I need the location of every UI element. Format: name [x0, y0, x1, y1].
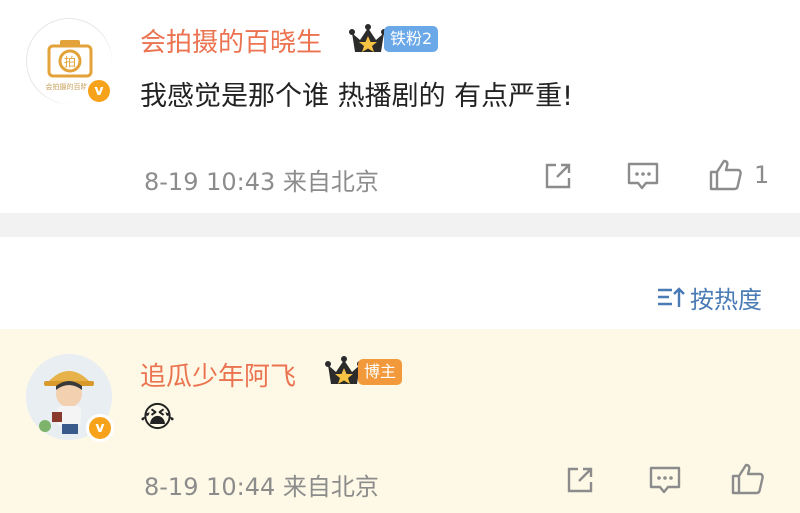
crown-icon	[349, 24, 387, 52]
like-count: 1	[754, 161, 770, 189]
emoji-crying: 😭	[140, 400, 176, 435]
thumbs-up-icon	[709, 159, 742, 191]
svg-text:拍: 拍	[64, 54, 76, 69]
thumbs-up-icon	[731, 463, 764, 495]
share-button[interactable]	[564, 464, 596, 496]
reply-button[interactable]	[626, 160, 660, 192]
share-button[interactable]	[542, 160, 574, 192]
reply-button[interactable]	[648, 464, 682, 496]
username[interactable]: 追瓜少年阿飞	[140, 356, 296, 393]
section-divider	[0, 213, 800, 237]
timestamp-location: 8-19 10:44 来自北京	[144, 473, 379, 501]
timestamp-location: 8-19 10:43 来自北京	[144, 168, 379, 196]
sort-by-hot-button[interactable]: 按热度	[656, 280, 762, 315]
comment-text: 我感觉是那个谁 热播剧的 有点严重!	[140, 81, 573, 112]
avatar[interactable]: v	[26, 354, 114, 442]
like-button[interactable]	[730, 462, 766, 496]
verified-icon: v	[86, 414, 114, 442]
comment-item: 拍 会拍摄的百晓生 v 会拍摄的百晓生 铁粉2 我感觉是那个谁 热播剧的 有点严…	[0, 0, 800, 213]
share-icon	[567, 467, 593, 493]
fan-badge: 铁粉2	[384, 26, 439, 52]
sort-label: 按热度	[690, 286, 762, 314]
verified-icon: v	[85, 77, 113, 105]
sort-icon	[658, 286, 685, 307]
comment-icon	[627, 162, 659, 190]
blogger-badge: 博主	[358, 359, 403, 385]
username[interactable]: 会拍摄的百晓生	[140, 22, 322, 59]
like-button[interactable]: 1	[708, 158, 769, 192]
comment-icon	[649, 466, 681, 494]
share-icon	[545, 163, 571, 189]
avatar[interactable]: 拍 会拍摄的百晓生 v	[26, 18, 113, 105]
